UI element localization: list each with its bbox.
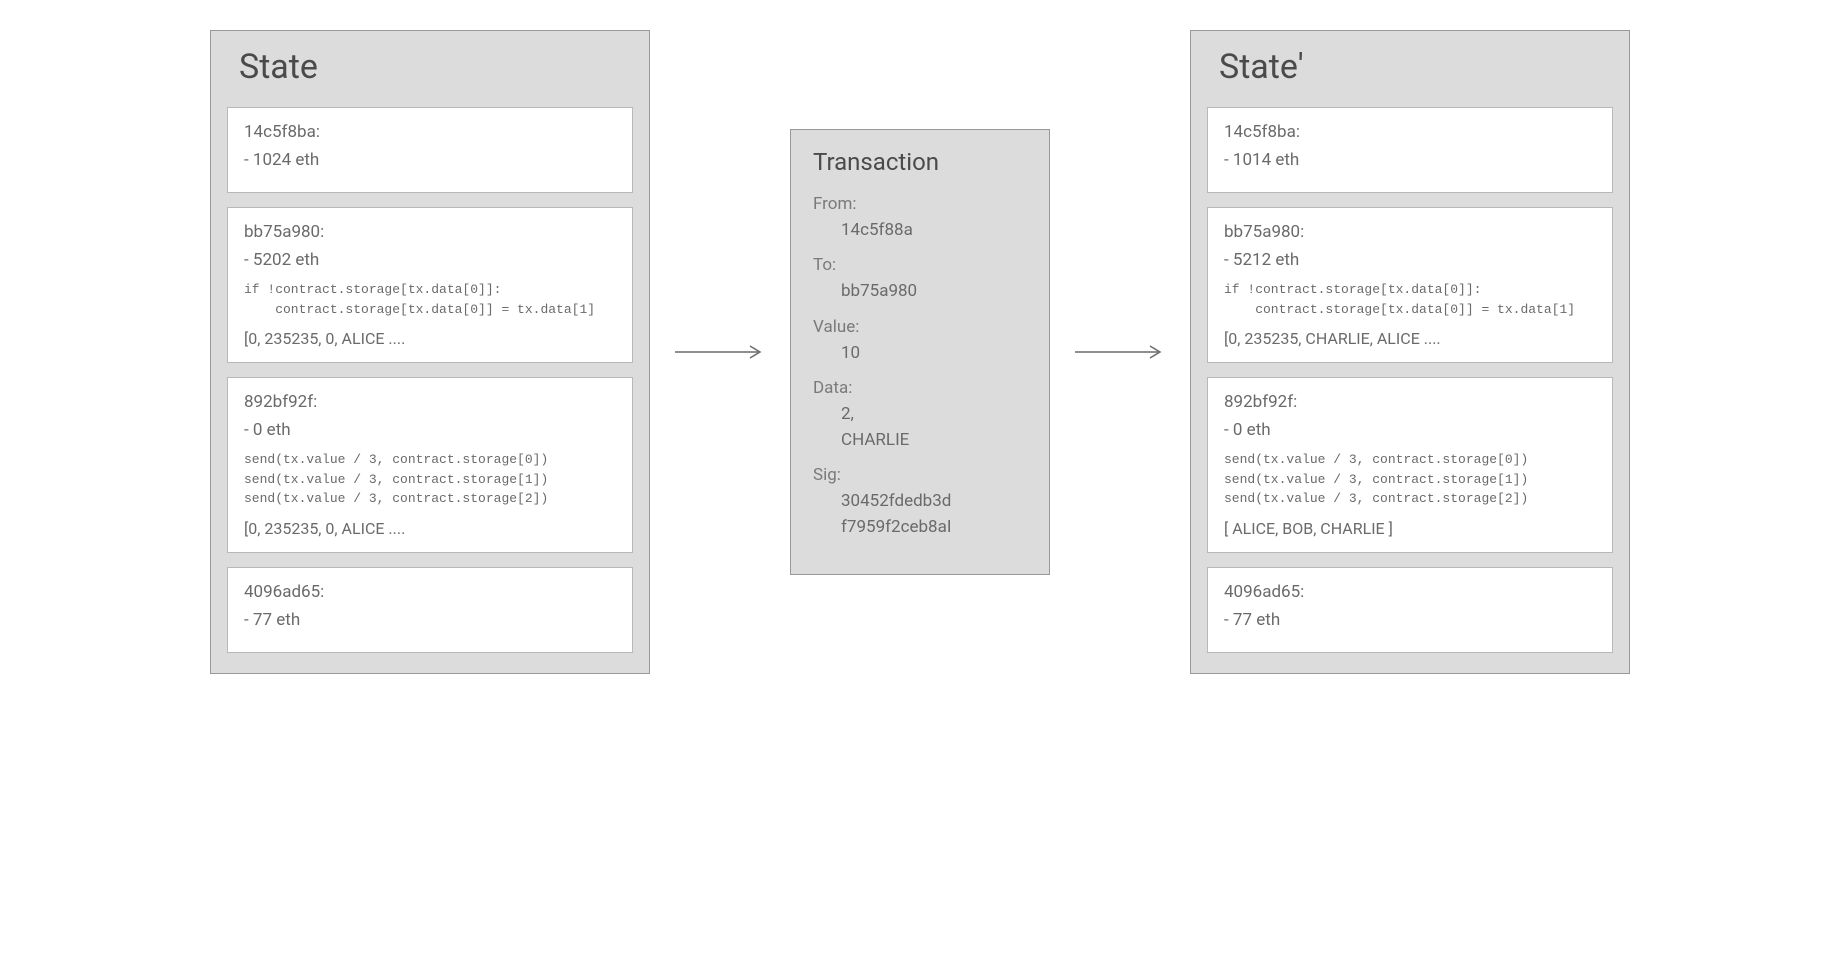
account-code: send(tx.value / 3, contract.storage[0]) …: [244, 450, 616, 509]
account-card: 892bf92f: - 0 eth send(tx.value / 3, con…: [227, 377, 633, 553]
tx-sig-row: Sig: 30452fdedb3d f7959f2ceb8aI: [813, 465, 1027, 540]
account-card: 4096ad65: - 77 eth: [1207, 567, 1613, 653]
account-code: if !contract.storage[tx.data[0]]: contra…: [244, 280, 616, 319]
tx-to-label: To:: [813, 255, 1027, 275]
tx-value-label: Value:: [813, 317, 1027, 337]
transaction-box: Transaction From: 14c5f88a To: bb75a980 …: [790, 129, 1050, 576]
state-prime-title: State': [1207, 47, 1613, 87]
account-card: bb75a980: - 5212 eth if !contract.storag…: [1207, 207, 1613, 363]
account-code: send(tx.value / 3, contract.storage[0]) …: [1224, 450, 1596, 509]
arrow-right: [1060, 342, 1180, 362]
tx-from-label: From:: [813, 194, 1027, 214]
transaction-title: Transaction: [813, 148, 1027, 176]
tx-to-value: bb75a980: [813, 279, 1027, 305]
account-storage: [0, 235235, 0, ALICE ....: [244, 329, 616, 348]
account-address: 4096ad65:: [1224, 582, 1596, 602]
account-card: 14c5f8ba: - 1014 eth: [1207, 107, 1613, 193]
account-balance: - 0 eth: [244, 420, 616, 440]
account-balance: - 77 eth: [1224, 610, 1596, 630]
account-address: 892bf92f:: [1224, 392, 1596, 412]
tx-sig-value: 30452fdedb3d f7959f2ceb8aI: [813, 489, 1027, 540]
account-address: bb75a980:: [1224, 222, 1596, 242]
account-card: 892bf92f: - 0 eth send(tx.value / 3, con…: [1207, 377, 1613, 553]
tx-value-value: 10: [813, 341, 1027, 367]
tx-sig-label: Sig:: [813, 465, 1027, 485]
account-balance: - 77 eth: [244, 610, 616, 630]
arrow-right-icon: [670, 342, 770, 362]
arrow-right: [660, 342, 780, 362]
account-balance: - 0 eth: [1224, 420, 1596, 440]
account-storage: [0, 235235, CHARLIE, ALICE ....: [1224, 329, 1596, 348]
account-balance: - 1024 eth: [244, 150, 616, 170]
account-code: if !contract.storage[tx.data[0]]: contra…: [1224, 280, 1596, 319]
state-after-box: State' 14c5f8ba: - 1014 eth bb75a980: - …: [1190, 30, 1630, 674]
account-storage: [ ALICE, BOB, CHARLIE ]: [1224, 519, 1596, 538]
tx-data-value: 2, CHARLIE: [813, 402, 1027, 453]
tx-from-value: 14c5f88a: [813, 218, 1027, 244]
account-card: 4096ad65: - 77 eth: [227, 567, 633, 653]
account-balance: - 1014 eth: [1224, 150, 1596, 170]
tx-to-row: To: bb75a980: [813, 255, 1027, 305]
arrow-right-icon: [1070, 342, 1170, 362]
account-address: bb75a980:: [244, 222, 616, 242]
account-address: 892bf92f:: [244, 392, 616, 412]
account-card: 14c5f8ba: - 1024 eth: [227, 107, 633, 193]
account-address: 4096ad65:: [244, 582, 616, 602]
state-title: State: [227, 47, 633, 87]
state-before-box: State 14c5f8ba: - 1024 eth bb75a980: - 5…: [210, 30, 650, 674]
state-transition-diagram: State 14c5f8ba: - 1024 eth bb75a980: - 5…: [30, 30, 1810, 674]
tx-value-row: Value: 10: [813, 317, 1027, 367]
account-address: 14c5f8ba:: [244, 122, 616, 142]
account-card: bb75a980: - 5202 eth if !contract.storag…: [227, 207, 633, 363]
account-balance: - 5212 eth: [1224, 250, 1596, 270]
account-storage: [0, 235235, 0, ALICE ....: [244, 519, 616, 538]
tx-data-row: Data: 2, CHARLIE: [813, 378, 1027, 453]
account-address: 14c5f8ba:: [1224, 122, 1596, 142]
tx-data-label: Data:: [813, 378, 1027, 398]
tx-from-row: From: 14c5f88a: [813, 194, 1027, 244]
account-balance: - 5202 eth: [244, 250, 616, 270]
